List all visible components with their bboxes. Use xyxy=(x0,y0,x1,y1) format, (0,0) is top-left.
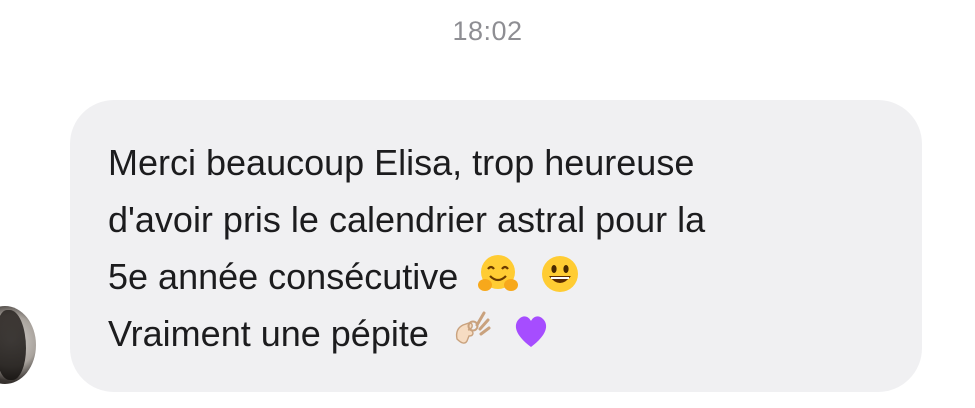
message-line-3-text: 5e année consécutive xyxy=(108,256,459,297)
avatar-hair xyxy=(0,310,26,380)
message-timestamp: 18:02 xyxy=(452,16,523,46)
message-line-2: d'avoir pris le calendrier astral pour l… xyxy=(108,199,706,240)
ok-hand-emoji xyxy=(455,311,491,344)
hugging-face-emoji xyxy=(478,255,519,291)
message-text: Merci beaucoup Elisa, trop heureuse d'av… xyxy=(108,134,882,362)
message-line-4: Vraiment une pépite xyxy=(108,305,882,362)
message-bubble[interactable]: Merci beaucoup Elisa, trop heureuse d'av… xyxy=(70,100,922,392)
grinning-face-emoji xyxy=(542,256,579,292)
message-line-1: Merci beaucoup Elisa, trop heureuse xyxy=(108,142,695,183)
message-line-4-text: Vraiment une pépite xyxy=(108,313,429,354)
message-line-3: 5e année consécutive xyxy=(108,248,882,305)
purple-heart-emoji xyxy=(515,316,547,347)
sender-avatar[interactable] xyxy=(0,306,36,384)
